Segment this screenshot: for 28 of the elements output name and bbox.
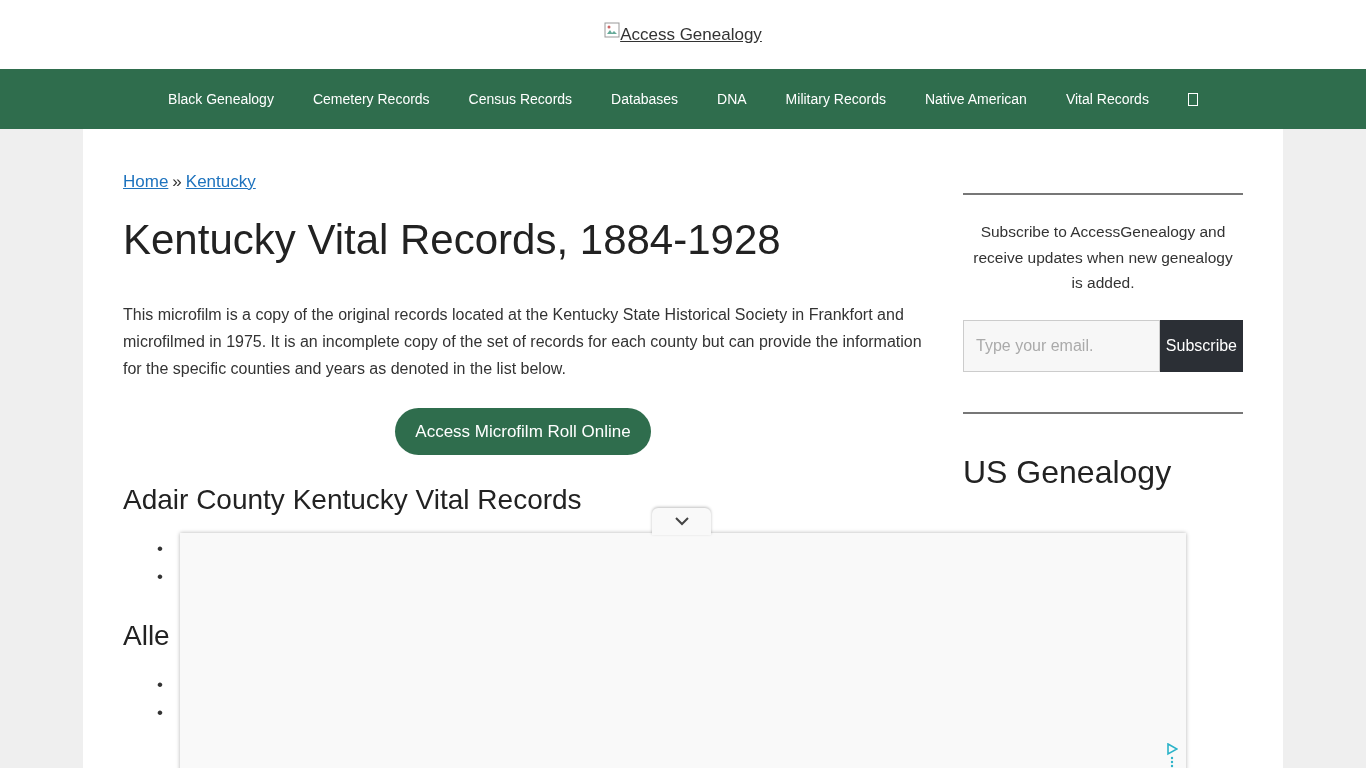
bullet: • (157, 673, 164, 696)
subscribe-text: Subscribe to AccessGenealogy and receive updates when new genealogy is added. (972, 222, 1234, 293)
email-field[interactable]: Type your email. (963, 319, 1160, 372)
page-title: Kentucky Vital Records, 1884-1928 (123, 214, 782, 265)
nav-link[interactable]: Vital Records (1046, 88, 1169, 110)
nav-link[interactable]: Native American (905, 88, 1047, 110)
section-heading: Alle (123, 619, 170, 653)
chevron-down-icon (674, 517, 689, 526)
nav-link[interactable]: DNA (697, 88, 767, 110)
microfilm-button[interactable]: Access Microfilm Roll Online (395, 407, 651, 456)
subscribe-button[interactable]: Subscribe (1159, 319, 1243, 372)
bullet: • (157, 566, 164, 588)
nav-link[interactable]: Military Records (766, 88, 906, 110)
breadcrumb-separator: » (172, 172, 182, 191)
intro-paragraph: This microfilm is a copy of the original records located at the Kentucky State Historical Society in Frankfort and microfilmed in 1975. It is an incomplete copy of the set of records for each county but can provide the information for the specific counties and years as denoted in the list below. (123, 304, 923, 379)
bullet: • (157, 701, 164, 724)
nav-link[interactable]: Cemetery Records (293, 88, 450, 110)
sidebar-heading: US Genealogy (963, 452, 1173, 492)
nav-link[interactable]: Databases (591, 88, 698, 110)
breadcrumb-link[interactable]: Kentucky (185, 172, 256, 191)
section-heading: Adair County Kentucky Vital Records (123, 483, 582, 517)
bullet: • (157, 538, 164, 560)
breadcrumb-link[interactable]: Home (123, 172, 169, 191)
nav-link[interactable]: Black Genealogy (148, 88, 294, 110)
broken-image-icon (604, 21, 621, 38)
collapse-ad-button[interactable] (652, 508, 711, 535)
nav-link[interactable]: Census Records (449, 88, 592, 110)
logo-link[interactable]: Access Genealogy (620, 21, 762, 48)
